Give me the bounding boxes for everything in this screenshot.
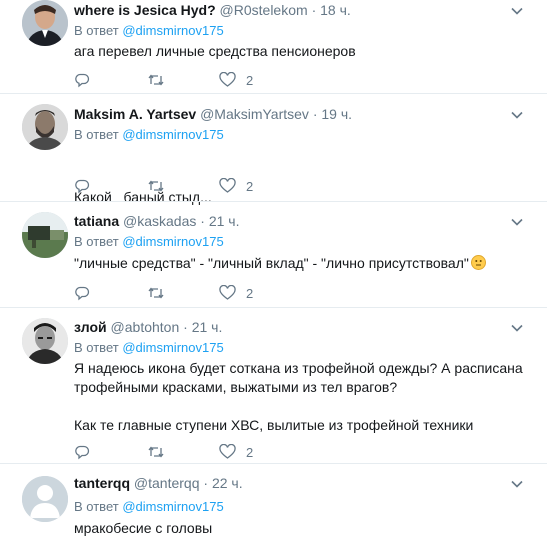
reply-mention-link[interactable]: @dimsmirnov175 bbox=[122, 127, 223, 142]
chevron-down-icon[interactable] bbox=[510, 215, 524, 229]
tweet-divider bbox=[0, 307, 547, 308]
user-handle[interactable]: @tanterqq bbox=[134, 475, 200, 491]
avatar[interactable] bbox=[22, 0, 68, 46]
neutral-face-emoji bbox=[470, 255, 486, 270]
reply-button[interactable] bbox=[74, 70, 90, 90]
chevron-down-icon[interactable] bbox=[510, 321, 524, 335]
reply-mention-link[interactable]: @dimsmirnov175 bbox=[122, 234, 223, 249]
retweet-button[interactable] bbox=[147, 442, 165, 462]
tweet-text: мракобесие с головы bbox=[74, 520, 213, 536]
like-count: 2 bbox=[246, 444, 254, 460]
retweet-button[interactable] bbox=[147, 70, 165, 90]
like-button[interactable]: 2 bbox=[219, 283, 253, 303]
retweet-icon bbox=[148, 74, 164, 86]
retweet-icon bbox=[148, 446, 164, 458]
reply-mention-link[interactable]: @dimsmirnov175 bbox=[122, 340, 223, 355]
chevron-down-icon[interactable] bbox=[510, 477, 524, 491]
timestamp[interactable]: 18 ч. bbox=[320, 2, 351, 18]
like-count: 2 bbox=[246, 178, 254, 194]
display-name[interactable]: Maksim A. Yartsev bbox=[74, 106, 196, 122]
tweet-divider bbox=[0, 93, 547, 94]
tweet-3[interactable]: tatiana @kaskadas · 21 ч. В ответ @dimsm… bbox=[0, 212, 547, 307]
like-button[interactable]: 2 bbox=[219, 176, 253, 196]
reply-context: В ответ @dimsmirnov175 bbox=[74, 499, 224, 514]
avatar[interactable] bbox=[22, 476, 68, 522]
tweet-divider bbox=[0, 463, 547, 464]
like-button[interactable]: 2 bbox=[219, 70, 253, 90]
chevron-down-icon[interactable] bbox=[510, 4, 524, 18]
display-name[interactable]: tanterqq bbox=[74, 475, 130, 491]
user-handle[interactable]: @MaksimYartsev bbox=[200, 106, 309, 122]
heart-icon bbox=[219, 444, 236, 459]
reply-icon bbox=[75, 73, 90, 88]
like-count: 2 bbox=[246, 285, 254, 301]
tweet-divider bbox=[0, 201, 547, 202]
tweet-text: ага перевел личные средства пенсионеров bbox=[74, 43, 356, 59]
reply-context: В ответ @dimsmirnov175 bbox=[74, 127, 224, 142]
timestamp[interactable]: 21 ч. bbox=[209, 213, 240, 229]
reply-mention-link[interactable]: @dimsmirnov175 bbox=[122, 499, 223, 514]
reply-button[interactable] bbox=[74, 283, 90, 303]
reply-context: В ответ @dimsmirnov175 bbox=[74, 340, 224, 355]
tweet-4[interactable]: злой @abtohton · 21 ч. В ответ @dimsmirn… bbox=[0, 318, 547, 463]
tweet-text: "личные средства" - "личный вклад" - "ли… bbox=[74, 254, 534, 273]
heart-icon bbox=[219, 72, 236, 87]
reply-button[interactable] bbox=[74, 442, 90, 462]
tweet-5[interactable]: tanterqq @tanterqq · 22 ч. В ответ @dims… bbox=[0, 474, 547, 541]
retweet-icon bbox=[148, 180, 164, 192]
reply-icon bbox=[75, 179, 90, 194]
tweet-1[interactable]: where is Jesica Hyd? @R0stelekom · 18 ч.… bbox=[0, 0, 547, 95]
reply-icon bbox=[75, 445, 90, 460]
reply-mention-link[interactable]: @dimsmirnov175 bbox=[122, 23, 223, 38]
reply-icon bbox=[75, 286, 90, 301]
avatar[interactable] bbox=[22, 318, 68, 364]
timestamp[interactable]: 22 ч. bbox=[212, 475, 243, 491]
like-button[interactable]: 2 bbox=[219, 442, 253, 462]
heart-icon bbox=[219, 178, 236, 193]
avatar[interactable] bbox=[22, 212, 68, 258]
avatar[interactable] bbox=[22, 104, 68, 150]
retweet-button[interactable] bbox=[147, 283, 165, 303]
retweet-icon bbox=[148, 287, 164, 299]
timestamp[interactable]: 21 ч. bbox=[192, 319, 223, 335]
tweet-2[interactable]: Maksim A. Yartsev @MaksimYartsev · 19 ч.… bbox=[0, 104, 547, 205]
reply-context: В ответ @dimsmirnov175 bbox=[74, 23, 224, 38]
user-handle[interactable]: @abtohton bbox=[111, 319, 180, 335]
retweet-button[interactable] bbox=[147, 176, 165, 196]
chevron-down-icon[interactable] bbox=[510, 108, 524, 122]
like-count: 2 bbox=[246, 72, 254, 88]
display-name[interactable]: tatiana bbox=[74, 213, 119, 229]
tweet-text: Я надеюсь икона будет соткана из трофейн… bbox=[74, 360, 523, 433]
user-handle[interactable]: @kaskadas bbox=[123, 213, 196, 229]
timestamp[interactable]: 19 ч. bbox=[321, 106, 352, 122]
heart-icon bbox=[219, 285, 236, 300]
user-handle[interactable]: @R0stelekom bbox=[220, 2, 308, 18]
reply-context: В ответ @dimsmirnov175 bbox=[74, 234, 224, 249]
display-name[interactable]: злой bbox=[74, 319, 107, 335]
reply-button[interactable] bbox=[74, 176, 90, 196]
default-avatar-icon bbox=[22, 476, 68, 522]
display-name[interactable]: where is Jesica Hyd? bbox=[74, 2, 216, 18]
